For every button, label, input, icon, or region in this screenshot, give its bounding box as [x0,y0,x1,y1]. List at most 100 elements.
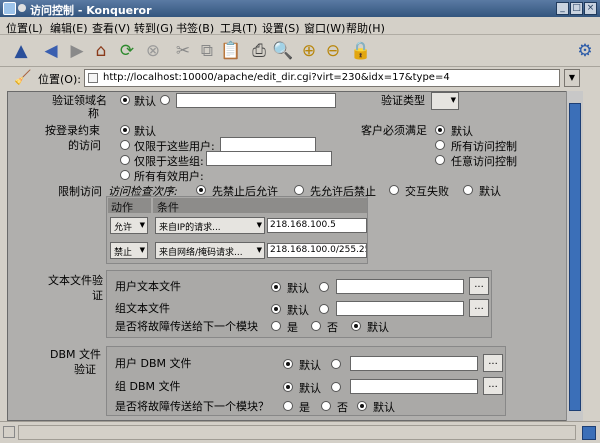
url-text: http://localhost:10000/apache/edit_dir.c… [103,72,450,83]
zoom-out-icon[interactable]: ⊖ [322,40,344,62]
dbm-group-custom-radio[interactable] [331,382,341,392]
paste-icon[interactable]: 📋 [220,40,242,62]
textfile-user-input[interactable] [336,279,464,294]
order-mutual-label: 交互失败 [405,185,449,198]
status-indicator [3,426,15,438]
restrict-groups-label: 仅限于这些组: [134,155,204,168]
menu-settings[interactable]: 设置(S) [262,20,300,36]
dbm-user-input[interactable] [350,356,478,371]
textfile-user-custom-radio[interactable] [319,282,329,292]
row2-value-input[interactable]: 218.168.100.0/255.255.25 [267,243,367,258]
dbm-passon-default-radio[interactable] [357,401,367,411]
lock-icon[interactable]: 🔒 [350,40,372,62]
realm-default-radio[interactable] [120,95,130,105]
cut-icon[interactable]: ✂ [172,40,194,62]
satisfy-all-radio[interactable] [435,140,445,150]
dbm-label-2: 验证 [74,363,96,376]
forward-arrow-icon[interactable]: ▶ [66,40,88,62]
dbm-group-input[interactable] [350,379,478,394]
menu-help[interactable]: 帮助(H) [346,20,385,36]
menu-edit[interactable]: 编辑(E) [50,20,88,36]
row1-value-input[interactable]: 218.168.100.5 [267,218,367,233]
gear-icon[interactable]: ⚙ [574,40,596,62]
restrict-default-label: 默认 [134,125,156,138]
dbm-user-custom-radio[interactable] [331,359,341,369]
restrict-groups-radio[interactable] [120,155,130,165]
restrict-users-input[interactable] [220,137,316,152]
textfile-user-default-radio[interactable] [271,282,281,292]
menu-bookmarks[interactable]: 书签(B) [176,20,214,36]
restrict-users-radio[interactable] [120,140,130,150]
menu-tools[interactable]: 工具(T) [220,20,257,36]
satisfy-any-radio[interactable] [435,155,445,165]
textfile-passon-yes-radio[interactable] [271,321,281,331]
copy-icon[interactable]: ⧉ [196,40,218,62]
find-icon[interactable]: 🔍 [272,40,294,62]
zoom-in-icon[interactable]: ⊕ [298,40,320,62]
textfile-user-browse-button[interactable]: ... [469,277,489,295]
toolbar: ▲ ◀ ▶ ⌂ ⟳ ⊗ ✂ ⧉ 📋 ⎙ 🔍 ⊕ ⊖ 🔒 ⚙ [0,35,600,67]
menu-location[interactable]: 位置(L) [6,20,43,36]
menu-go[interactable]: 转到(G) [134,20,173,36]
access-table-header-cond-text: 条件 [157,201,179,214]
menu-window[interactable]: 窗口(W) [304,20,345,36]
minimize-button[interactable]: _ [556,2,569,15]
url-input[interactable]: http://localhost:10000/apache/edit_dir.c… [84,69,560,87]
dbm-passon-yes-radio[interactable] [283,401,293,411]
textfile-passon-no-radio[interactable] [311,321,321,331]
row1-action-select[interactable]: 允许 ▼ [110,217,148,234]
url-dropdown-button[interactable]: ▼ [564,69,580,87]
title-bar[interactable]: 访问控制 - Konqueror _ □ × [0,0,600,17]
order-allow-deny-radio[interactable] [294,185,304,195]
stop-icon[interactable]: ⊗ [142,40,164,62]
clear-location-icon[interactable]: 🧹 [14,70,31,86]
textfile-box: 用户文本文件 默认 ... 组文本文件 默认 ... 是否将故障传送给下一个模块… [106,270,492,338]
dbm-user-label: 用户 DBM 文件 [115,357,192,370]
menu-view[interactable]: 查看(V) [92,20,130,36]
row1-cond-select[interactable]: 来自IP的请求... ▼ [155,217,265,234]
textfile-group-browse-button[interactable]: ... [469,299,489,317]
vertical-scrollbar[interactable] [566,91,583,421]
textfile-label: 文本文件验 [48,274,103,287]
restrict-all-radio[interactable] [120,170,130,180]
order-deny-allow-radio[interactable] [196,185,206,195]
page-icon [88,73,98,83]
app-icon[interactable] [3,2,16,15]
dbm-passon-no-radio[interactable] [321,401,331,411]
textfile-label-2: 证 [92,289,103,302]
realm-input[interactable] [176,93,336,108]
status-bar [0,421,600,443]
dbm-label: DBM 文件 [50,348,102,361]
print-icon[interactable]: ⎙ [248,40,270,62]
pin-icon[interactable] [18,4,26,12]
order-mutual-radio[interactable] [389,185,399,195]
row2-cond-select[interactable]: 来自网络/掩码请求... ▼ [155,242,265,259]
satisfy-default-radio[interactable] [435,125,445,135]
dbm-group-browse-button[interactable]: ... [483,377,503,395]
dbm-user-default-radio[interactable] [283,359,293,369]
auth-type-select[interactable]: ▼ [431,92,459,110]
scrollbar-thumb[interactable] [569,103,581,411]
dbm-user-browse-button[interactable]: ... [483,354,503,372]
maximize-button[interactable]: □ [570,2,583,15]
satisfy-label: 客户必须满足 [361,124,427,137]
textfile-group-input[interactable] [336,301,464,316]
close-button[interactable]: × [584,2,597,15]
auth-type-label: 验证类型 [381,94,425,107]
restrict-groups-input[interactable] [206,151,332,166]
home-icon[interactable]: ⌂ [90,40,112,62]
satisfy-any-label: 任意访问控制 [451,155,517,168]
restrict-default-radio[interactable] [120,125,130,135]
reload-icon[interactable]: ⟳ [116,40,138,62]
page-content: 验证领域名 称 默认 验证类型 ▼ 按登录约束 的访问 默认 仅限于这些用户: … [7,91,582,421]
back-arrow-icon[interactable]: ◀ [40,40,62,62]
order-default-radio[interactable] [463,185,473,195]
textfile-group-default-radio[interactable] [271,304,281,314]
up-arrow-icon[interactable]: ▲ [10,40,32,62]
textfile-group-custom-radio[interactable] [319,304,329,314]
status-resize-icon[interactable] [582,426,596,440]
row2-action-select[interactable]: 禁止 ▼ [110,242,148,259]
realm-custom-radio[interactable] [160,95,170,105]
textfile-passon-default-radio[interactable] [351,321,361,331]
dbm-group-default-radio[interactable] [283,382,293,392]
